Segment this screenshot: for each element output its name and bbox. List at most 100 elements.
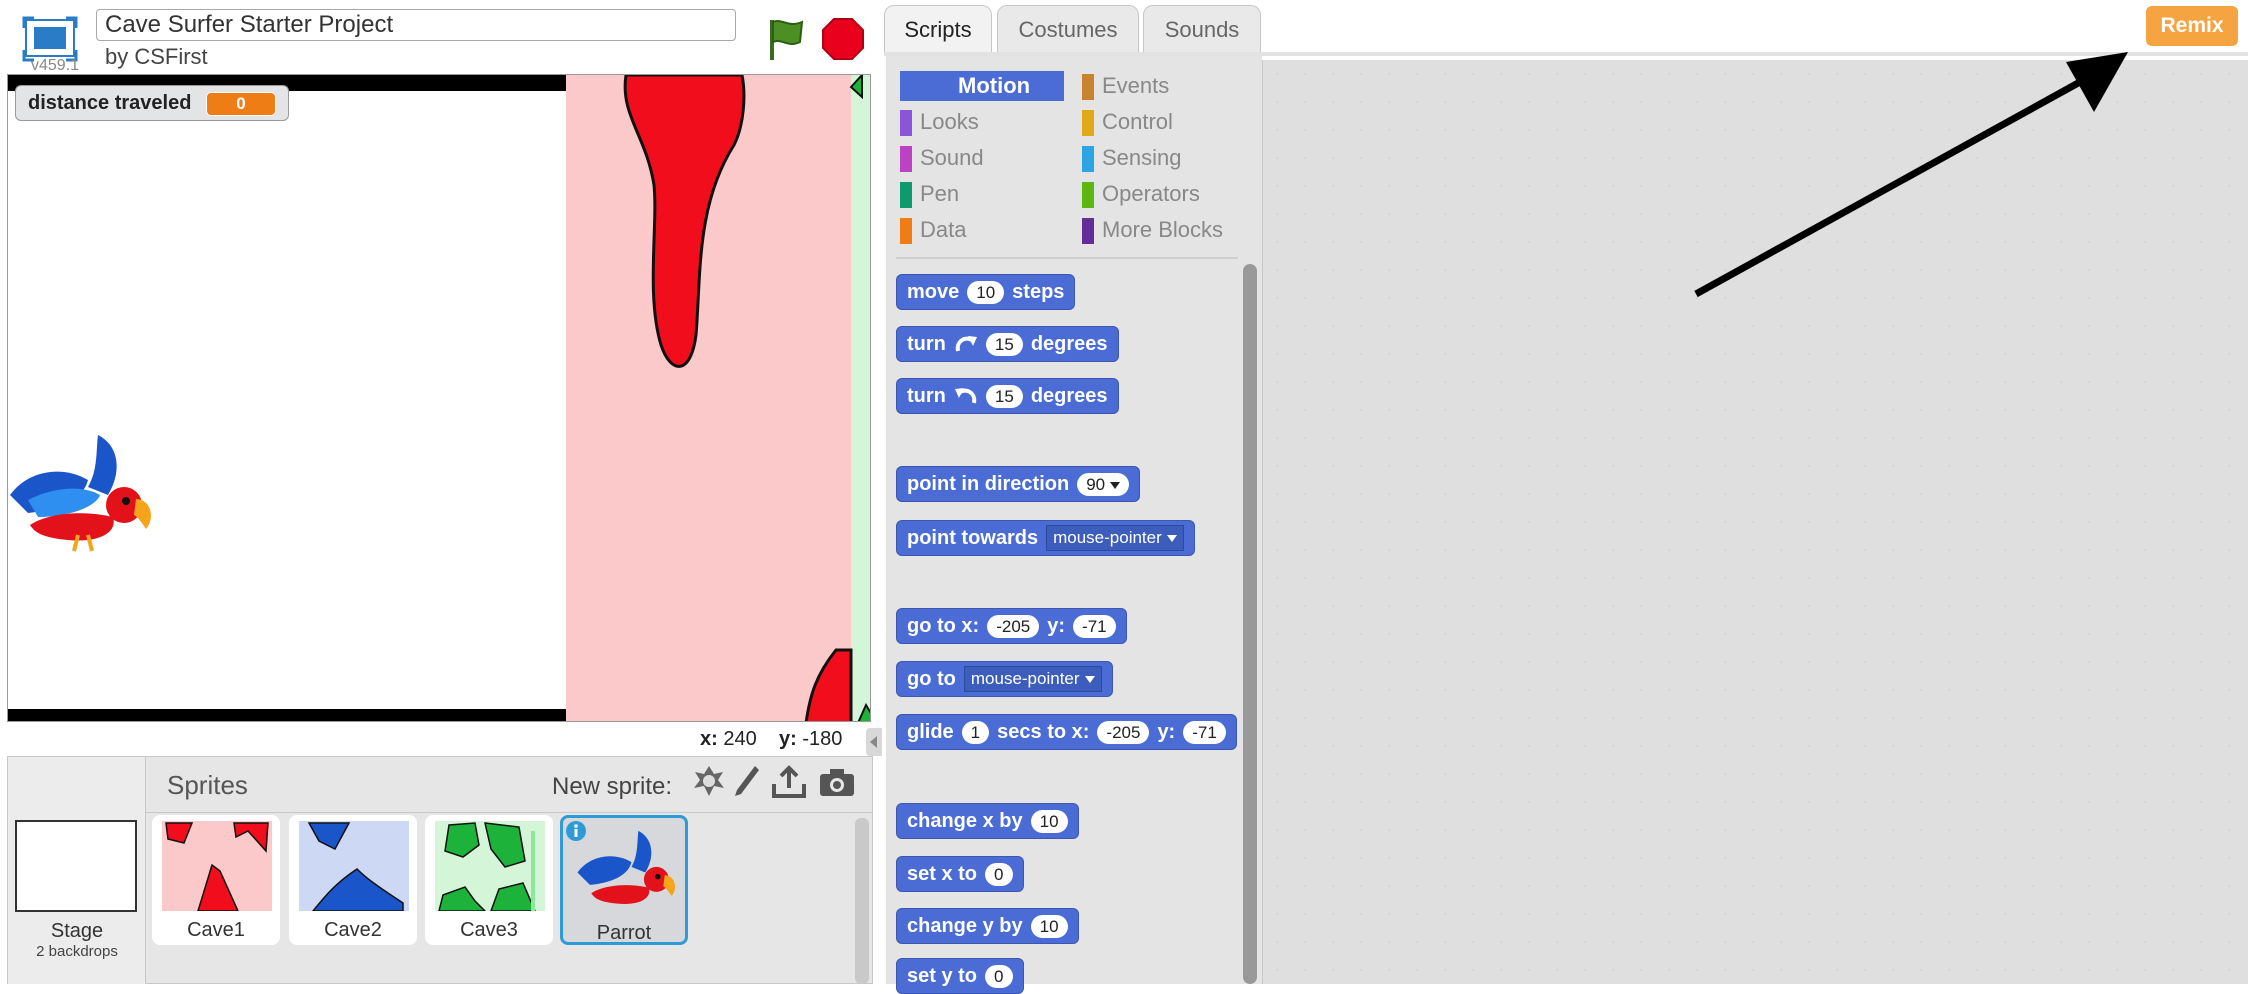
- sprite-tile-cave3[interactable]: Cave3: [425, 815, 553, 945]
- annotation-arrow-icon: [1694, 52, 2128, 298]
- operators-color-swatch: [1082, 182, 1094, 208]
- block-go-to-xy[interactable]: go to x: -205 y: -71: [896, 608, 1127, 644]
- paint-from-library-icon[interactable]: [690, 762, 728, 802]
- tab-sounds[interactable]: Sounds: [1143, 5, 1261, 53]
- category-pen[interactable]: Pen: [900, 179, 1060, 209]
- stage-backdrops-count: 2 backdrops: [36, 943, 118, 960]
- value-input[interactable]: 10: [1030, 809, 1068, 833]
- collapse-stage-icon[interactable]: [866, 728, 882, 756]
- divider: [146, 812, 872, 813]
- tab-costumes[interactable]: Costumes: [997, 5, 1139, 53]
- category-operators[interactable]: Operators: [1082, 179, 1252, 209]
- target-dropdown[interactable]: mouse-pointer: [963, 666, 1102, 692]
- category-more-blocks[interactable]: More Blocks: [1082, 215, 1252, 245]
- block-set-y[interactable]: set y to 0: [896, 958, 1024, 994]
- degrees-input[interactable]: 15: [985, 332, 1023, 356]
- x-input[interactable]: -205: [1097, 720, 1150, 744]
- category-sound[interactable]: Sound: [900, 143, 1060, 173]
- block-set-x[interactable]: set x to 0: [896, 856, 1024, 892]
- monitor-label: distance traveled: [28, 92, 192, 114]
- steps-input[interactable]: 10: [967, 280, 1005, 304]
- direction-value: 90: [1086, 474, 1106, 494]
- block-move-steps[interactable]: move 10 steps: [896, 274, 1076, 310]
- value-input[interactable]: 10: [1030, 914, 1068, 938]
- block-text: change y by: [907, 914, 1023, 937]
- cave3-thumbnail: [435, 821, 545, 911]
- sound-color-swatch: [900, 146, 912, 172]
- block-text: point towards: [907, 526, 1039, 549]
- value-input[interactable]: 0: [985, 862, 1013, 886]
- monitor-value: 0: [206, 92, 276, 116]
- project-author[interactable]: by CSFirst: [105, 44, 208, 70]
- dropdown-arrow-icon: [1084, 676, 1095, 684]
- block-go-to[interactable]: go to mouse-pointer: [896, 661, 1113, 697]
- block-text: steps: [1012, 280, 1065, 303]
- category-motion[interactable]: Motion: [900, 71, 1064, 101]
- category-sensing[interactable]: Sensing: [1082, 143, 1252, 173]
- looks-color-swatch: [900, 110, 912, 136]
- degrees-input[interactable]: 15: [985, 384, 1023, 408]
- palette-scrollbar[interactable]: [1243, 264, 1257, 984]
- parrot-sprite[interactable]: [8, 425, 158, 555]
- new-sprite-label: New sprite:: [552, 773, 673, 800]
- block-text: go to x:: [907, 614, 980, 637]
- data-color-swatch: [900, 218, 912, 244]
- camera-icon[interactable]: [818, 762, 856, 802]
- block-text: y:: [1047, 614, 1066, 637]
- category-label: Data: [920, 217, 967, 242]
- remix-button[interactable]: Remix: [2146, 6, 2238, 46]
- paintbrush-icon[interactable]: [727, 762, 765, 802]
- block-text: turn: [907, 384, 946, 407]
- sprite-name: Parrot: [596, 922, 652, 944]
- block-text: set x to: [907, 862, 978, 885]
- dropdown-arrow-icon: [1110, 481, 1121, 489]
- category-label: Operators: [1102, 181, 1200, 206]
- y-label: y:: [778, 728, 797, 750]
- block-change-x[interactable]: change x by 10: [896, 803, 1079, 839]
- secs-input[interactable]: 1: [961, 720, 990, 744]
- cave-bottom-edge: [8, 709, 566, 721]
- category-looks[interactable]: Looks: [900, 107, 1060, 137]
- target-dropdown[interactable]: mouse-pointer: [1046, 525, 1184, 551]
- category-label: Sensing: [1102, 145, 1182, 170]
- x-input[interactable]: -205: [987, 614, 1040, 638]
- block-turn-right[interactable]: turn 15 degrees: [896, 326, 1119, 362]
- upload-icon[interactable]: [770, 762, 808, 802]
- block-point-in-direction[interactable]: point in direction 90: [896, 466, 1141, 502]
- sprite-scrollbar[interactable]: [855, 818, 869, 984]
- y-input[interactable]: -71: [1073, 614, 1116, 638]
- sprite-tile-cave2[interactable]: Cave2: [289, 815, 417, 945]
- stage-label: Stage: [50, 920, 104, 942]
- sprite-tile-cave1[interactable]: Cave1: [152, 815, 280, 945]
- category-control[interactable]: Control: [1082, 107, 1252, 137]
- sprite-tile-parrot[interactable]: Parrot: [560, 815, 688, 945]
- project-title-input[interactable]: Cave Surfer Starter Project: [96, 9, 736, 41]
- y-input[interactable]: -71: [1183, 720, 1226, 744]
- tab-scripts[interactable]: Scripts: [884, 5, 992, 53]
- block-text: set y to: [907, 964, 978, 987]
- mouse-coords: x: 240 y: -180: [700, 728, 842, 751]
- block-text: degrees: [1030, 384, 1108, 407]
- category-label: Control: [1102, 109, 1173, 134]
- fullscreen-icon[interactable]: [22, 16, 78, 62]
- x-label: x:: [700, 728, 718, 750]
- block-glide[interactable]: glide 1 secs to x: -205 y: -71: [896, 714, 1237, 750]
- category-data[interactable]: Data: [900, 215, 1060, 245]
- direction-dropdown[interactable]: 90: [1077, 472, 1130, 496]
- parrot-thumbnail: [577, 830, 676, 904]
- green-flag-icon[interactable]: [764, 16, 806, 62]
- stage[interactable]: [7, 74, 871, 722]
- block-text: go to: [907, 667, 956, 690]
- block-text: move: [907, 280, 960, 303]
- stalactite-shape: [623, 75, 870, 721]
- stop-icon[interactable]: [822, 18, 864, 60]
- block-text: glide: [907, 720, 954, 743]
- category-events[interactable]: Events: [1082, 71, 1252, 101]
- stage-thumbnail[interactable]: [15, 820, 137, 912]
- block-point-towards[interactable]: point towards mouse-pointer: [896, 520, 1195, 556]
- x-value: 240: [723, 728, 757, 750]
- block-turn-left[interactable]: turn 15 degrees: [896, 378, 1119, 414]
- rotate-clockwise-icon: [955, 336, 977, 352]
- block-change-y[interactable]: change y by 10: [896, 908, 1079, 944]
- value-input[interactable]: 0: [985, 964, 1013, 988]
